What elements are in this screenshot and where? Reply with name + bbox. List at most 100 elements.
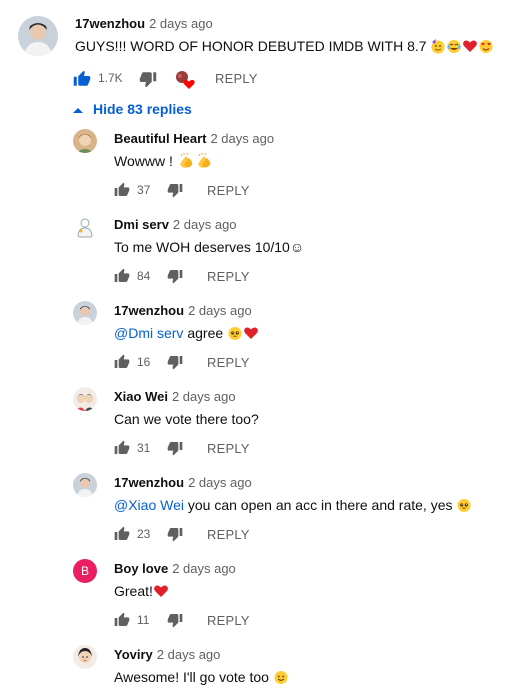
thumbs-up-icon bbox=[114, 440, 130, 456]
dislike-button[interactable] bbox=[167, 612, 183, 628]
like-button[interactable] bbox=[114, 526, 130, 542]
like-count: 1.7K bbox=[98, 71, 123, 85]
reply-button[interactable]: REPLY bbox=[215, 71, 258, 86]
thumbs-up-icon bbox=[114, 182, 130, 198]
red-heart-emoji-icon bbox=[462, 38, 478, 57]
like-button[interactable] bbox=[114, 612, 130, 628]
comment-time[interactable]: 2 days ago bbox=[188, 303, 252, 318]
like-button[interactable] bbox=[114, 440, 130, 456]
reply-button[interactable]: REPLY bbox=[207, 183, 250, 198]
comment-author[interactable]: 17wenzhou bbox=[75, 16, 145, 31]
like-count: 16 bbox=[137, 355, 151, 369]
reply-button[interactable]: REPLY bbox=[207, 355, 250, 370]
dislike-button[interactable] bbox=[139, 70, 157, 88]
like-count: 31 bbox=[137, 441, 151, 455]
comment-author[interactable]: Dmi serv bbox=[114, 217, 169, 232]
thumbs-up-icon bbox=[114, 526, 130, 542]
user-avatar-image bbox=[73, 301, 97, 325]
like-button[interactable] bbox=[114, 354, 130, 370]
thumbs-down-icon bbox=[167, 268, 183, 284]
user-avatar-image bbox=[18, 16, 58, 56]
thumbs-down-icon bbox=[167, 612, 183, 628]
reply-button[interactable]: REPLY bbox=[207, 269, 250, 284]
avatar[interactable] bbox=[73, 215, 97, 239]
avatar[interactable] bbox=[73, 301, 97, 325]
pleading-face-emoji-icon bbox=[456, 497, 472, 516]
avatar-letter: B bbox=[80, 564, 89, 578]
thumbs-up-icon bbox=[114, 354, 130, 370]
comment-text-row: Awesome! I'll go vote too bbox=[114, 669, 289, 688]
comment-text: Awesome! I'll go vote too bbox=[114, 669, 273, 686]
avatar[interactable] bbox=[73, 473, 97, 497]
like-count: 84 bbox=[137, 269, 151, 283]
comment-text-row: GUYS!!! WORD OF HONOR DEBUTED IMDB WITH … bbox=[75, 38, 494, 57]
comment-time[interactable]: 2 days ago bbox=[149, 16, 213, 31]
like-count: 11 bbox=[137, 613, 150, 627]
comment-text: GUYS!!! WORD OF HONOR DEBUTED IMDB WITH … bbox=[75, 38, 427, 55]
thumbs-up-icon bbox=[114, 612, 130, 628]
clapping-hands-emoji-icon bbox=[195, 152, 213, 173]
heart-eyes-emoji-icon bbox=[478, 38, 494, 57]
comment-time[interactable]: 2 days ago bbox=[172, 561, 236, 576]
comment-time[interactable]: 2 days ago bbox=[172, 389, 236, 404]
dislike-button[interactable] bbox=[167, 354, 183, 370]
thumbs-down-icon bbox=[167, 182, 183, 198]
like-button[interactable] bbox=[73, 70, 91, 88]
comment-time[interactable]: 2 days ago bbox=[173, 217, 237, 232]
reply-button[interactable]: REPLY bbox=[207, 441, 250, 456]
user-avatar-image bbox=[73, 387, 97, 411]
dislike-button[interactable] bbox=[167, 526, 183, 542]
avatar[interactable]: B bbox=[73, 559, 97, 583]
thumbs-up-icon bbox=[114, 268, 130, 284]
user-avatar-image bbox=[73, 645, 97, 669]
mention-link[interactable]: @Xiao Wei bbox=[114, 497, 184, 513]
comment-time[interactable]: 2 days ago bbox=[188, 475, 252, 490]
comment-text-row: Great! bbox=[114, 583, 169, 602]
red-heart-emoji-icon bbox=[243, 325, 259, 344]
red-heart-emoji-icon bbox=[153, 583, 169, 602]
user-avatar-image bbox=[73, 215, 97, 239]
hide-replies-button[interactable]: Hide 83 replies bbox=[73, 101, 192, 117]
comment-text-row: @Dmi serv agree bbox=[114, 325, 259, 344]
user-avatar-image bbox=[73, 129, 97, 153]
thumbs-down-icon bbox=[167, 440, 183, 456]
comment-text-row: @Xiao Wei you can open an acc in there a… bbox=[114, 497, 472, 516]
comment-text: Wowww ! bbox=[114, 153, 177, 170]
avatar[interactable] bbox=[73, 387, 97, 411]
comment-author[interactable]: Xiao Wei bbox=[114, 389, 168, 404]
comment-text: Can we vote there too? bbox=[114, 411, 259, 427]
comment-text: you can open an acc in there and rate, y… bbox=[187, 497, 457, 514]
like-count: 23 bbox=[137, 527, 151, 541]
avatar[interactable] bbox=[73, 645, 97, 669]
comment-text: agree bbox=[187, 325, 228, 342]
comment-author[interactable]: 17wenzhou bbox=[114, 303, 184, 318]
comment-author[interactable]: Boy love bbox=[114, 561, 168, 576]
like-button[interactable] bbox=[114, 182, 130, 198]
like-count: 37 bbox=[137, 183, 151, 197]
dislike-button[interactable] bbox=[167, 440, 183, 456]
like-button[interactable] bbox=[114, 268, 130, 284]
thumbs-down-icon bbox=[139, 70, 157, 88]
user-avatar-image bbox=[73, 473, 97, 497]
party-face-emoji-icon bbox=[430, 38, 446, 57]
thumbs-up-filled-icon bbox=[73, 70, 91, 88]
creator-heart-icon bbox=[174, 70, 196, 90]
hide-replies-label: Hide 83 replies bbox=[93, 101, 192, 117]
clapping-hands-emoji-icon bbox=[177, 152, 195, 173]
comment-author[interactable]: 17wenzhou bbox=[114, 475, 184, 490]
comment-author[interactable]: Beautiful Heart bbox=[114, 131, 206, 146]
comment-time[interactable]: 2 days ago bbox=[210, 131, 274, 146]
comment-author[interactable]: Yoviry bbox=[114, 647, 153, 662]
dislike-button[interactable] bbox=[167, 182, 183, 198]
avatar[interactable] bbox=[18, 16, 58, 56]
comment-text: Great! bbox=[114, 583, 153, 600]
reply-button[interactable]: REPLY bbox=[207, 613, 250, 628]
comment-time[interactable]: 2 days ago bbox=[157, 647, 221, 662]
comment-text-row: Wowww ! bbox=[114, 152, 213, 173]
pleading-face-emoji-icon bbox=[227, 325, 243, 344]
avatar[interactable] bbox=[73, 129, 97, 153]
dislike-button[interactable] bbox=[167, 268, 183, 284]
crying-laughing-emoji-icon bbox=[446, 38, 462, 57]
reply-button[interactable]: REPLY bbox=[207, 527, 250, 542]
mention-link[interactable]: @Dmi serv bbox=[114, 325, 183, 341]
